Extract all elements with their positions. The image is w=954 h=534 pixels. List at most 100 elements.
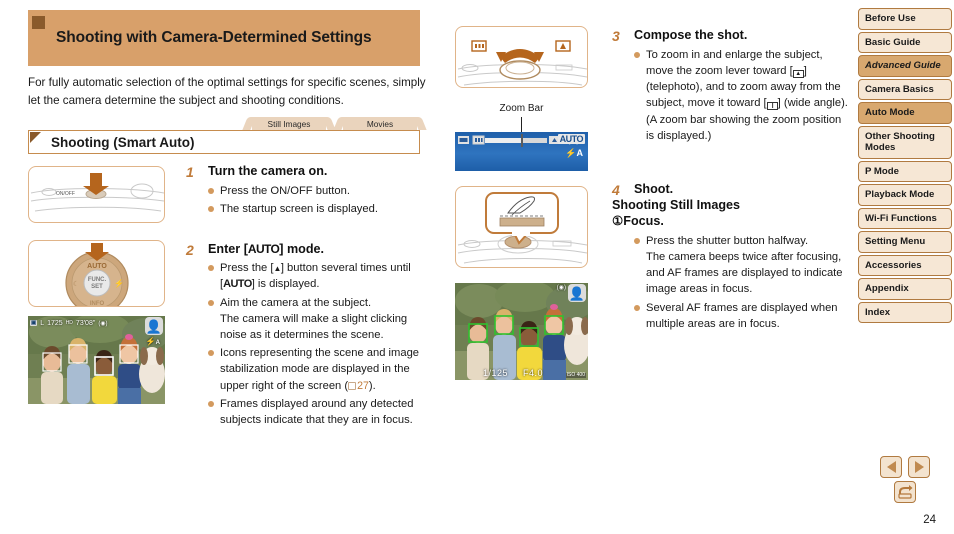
osd-exposure: 1/125 bbox=[483, 368, 509, 378]
subsection-heading: Shooting (Smart Auto) bbox=[28, 130, 420, 154]
sidebar-item-label: Other Shooting Modes bbox=[865, 130, 935, 154]
list-item: Aim the camera at the subject. The camer… bbox=[208, 295, 434, 343]
step-1-number: 1 bbox=[186, 164, 194, 180]
tab-movies[interactable]: Movies bbox=[336, 117, 424, 130]
tab-still-images[interactable]: Still Images bbox=[245, 117, 333, 130]
step-2-title-post: ] mode. bbox=[279, 242, 325, 256]
b1-l2-post: ] is displayed. bbox=[251, 278, 320, 291]
page-reference-icon bbox=[348, 381, 357, 390]
figure-control-dial: FUNC. SET AUTO INFO ☾ ⚡ bbox=[28, 240, 165, 307]
next-page-button[interactable] bbox=[908, 456, 930, 478]
step-4-title: Shoot. bbox=[634, 182, 674, 196]
shutter-halfpress-illustration bbox=[457, 192, 587, 264]
screen-auto-badge: AUTO bbox=[557, 134, 585, 144]
osd-rec-time: 73'08" bbox=[75, 319, 96, 327]
step-2-title: Enter [AUTO] mode. bbox=[186, 242, 434, 256]
next-page-arrow-icon bbox=[914, 461, 924, 473]
b1-pre: Press the [ bbox=[220, 262, 274, 274]
figure-onoff-button: ON/OFF bbox=[28, 166, 165, 223]
title-marker-icon bbox=[32, 16, 45, 29]
list-item: Icons representing the scene and image s… bbox=[208, 345, 434, 394]
up-button-icon: ▲ bbox=[273, 264, 281, 273]
sidebar-nav: Before Use Basic Guide Advanced Guide Ca… bbox=[858, 8, 952, 325]
step-4-subtitle: Shooting Still Images bbox=[612, 198, 741, 212]
svg-text:SET: SET bbox=[91, 284, 103, 290]
step-3: 3 Compose the shot. To zoom in and enlar… bbox=[612, 28, 848, 146]
sidebar-item-index[interactable]: Index bbox=[858, 301, 952, 323]
step-1-title: Turn the camera on. bbox=[208, 164, 328, 178]
list-item: Several AF frames are displayed when mul… bbox=[634, 300, 848, 332]
sidebar-item-setting-menu[interactable]: Setting Menu bbox=[858, 231, 952, 253]
figure-shutter-halfway bbox=[455, 186, 588, 268]
sidebar-item-accessories[interactable]: Accessories bbox=[858, 254, 952, 276]
tab-still-images-label: Still Images bbox=[267, 118, 311, 129]
sidebar-item-label: Auto Mode bbox=[865, 107, 915, 118]
step-1: 1 Turn the camera on. Press the ON/OFF b… bbox=[186, 164, 426, 219]
b2-cont: The camera will make a slight clicking n… bbox=[220, 313, 408, 342]
previous-page-button[interactable] bbox=[880, 456, 902, 478]
s4-b1: Press the shutter button halfway. bbox=[646, 235, 809, 247]
sidebar-item-label: Setting Menu bbox=[865, 236, 926, 247]
step-2-number: 2 bbox=[186, 242, 194, 258]
caption-leader-line bbox=[521, 117, 522, 133]
return-button[interactable] bbox=[894, 481, 916, 503]
step-3-title: Compose the shot. bbox=[634, 28, 748, 42]
return-arrow-icon bbox=[898, 485, 913, 499]
auto-mode-badge-2: AUTO bbox=[223, 278, 252, 291]
svg-text:ON/OFF: ON/OFF bbox=[56, 191, 75, 197]
sidebar-item-appendix[interactable]: Appendix bbox=[858, 278, 952, 300]
sidebar-item-playback-mode[interactable]: Playback Mode bbox=[858, 184, 952, 206]
sidebar-item-auto-mode[interactable]: Auto Mode bbox=[858, 102, 952, 124]
b1-mid: ] button several times until bbox=[280, 262, 411, 274]
list-item: Press the [▲] button several times until… bbox=[208, 260, 434, 293]
zoom-lever-illustration bbox=[457, 40, 587, 86]
sidebar-item-camera-basics[interactable]: Camera Basics bbox=[858, 78, 952, 100]
image-stabilization-icon-2: (◉) bbox=[556, 285, 566, 291]
sidebar-item-label: Index bbox=[865, 306, 891, 318]
previous-page-arrow-icon bbox=[886, 461, 896, 473]
sidebar-item-other-shooting-modes[interactable]: Other Shooting Modes bbox=[858, 125, 952, 159]
step-2: 2 Enter [AUTO] mode. Press the [▲] butto… bbox=[186, 242, 434, 430]
sidebar-item-p-mode[interactable]: P Mode bbox=[858, 160, 952, 182]
svg-text:FUNC.: FUNC. bbox=[88, 277, 107, 283]
sidebar-item-before-use[interactable]: Before Use bbox=[858, 8, 952, 30]
step-4-bullets: Press the shutter button halfway. The ca… bbox=[612, 233, 848, 332]
page-number: 24 bbox=[923, 514, 936, 526]
figure-zoom-bar-screen: (◉) AUTO ⚡A bbox=[455, 132, 588, 171]
sidebar-item-label: Basic Guide bbox=[865, 36, 921, 48]
osd-movie-quality: HD bbox=[65, 320, 73, 326]
step-1-bullets: Press the ON/OFF button. The startup scr… bbox=[186, 183, 426, 217]
sidebar-item-basic-guide[interactable]: Basic Guide bbox=[858, 31, 952, 53]
figure-zoom-lever bbox=[455, 26, 588, 88]
list-item: To zoom in and enlarge the subject, move… bbox=[634, 47, 848, 144]
sidebar-item-label: Accessories bbox=[865, 259, 922, 271]
figure-smart-auto-screen: ▣ L 1725 HD 73'08" (◉) 👤 ⚡A bbox=[28, 316, 165, 404]
list-item: The startup screen is displayed. bbox=[208, 201, 426, 217]
osd-aperture: F4.0 bbox=[523, 368, 544, 378]
osd-quality: L bbox=[40, 319, 45, 327]
scene-portrait-icon: 👤 bbox=[145, 317, 163, 335]
step-2-bullets: Press the [▲] button several times until… bbox=[186, 260, 434, 428]
sidebar-item-wifi-functions[interactable]: Wi-Fi Functions bbox=[858, 207, 952, 229]
intro-paragraph: For fully automatic selection of the opt… bbox=[28, 76, 426, 107]
osd-iso: ISO 400 bbox=[565, 371, 586, 378]
sidebar-item-label: P Mode bbox=[865, 165, 899, 177]
flash-auto-icon: ⚡A bbox=[145, 337, 160, 346]
telephoto-icon: ▲ bbox=[792, 70, 804, 79]
sidebar-item-advanced-guide[interactable]: Advanced Guide bbox=[858, 55, 952, 77]
scene-portrait-icon-2: 👤 bbox=[568, 284, 586, 302]
osd-shots-remaining: 1725 bbox=[47, 319, 63, 327]
b3-ref[interactable]: 27 bbox=[357, 380, 369, 392]
s4-b1-cont: The camera beeps twice after focusing, a… bbox=[646, 251, 843, 296]
wide-angle-icon: ||| bbox=[766, 102, 778, 111]
b3-post: ). bbox=[368, 379, 376, 392]
step-2-title-pre: Enter [ bbox=[208, 242, 248, 256]
step-4-number: 4 bbox=[612, 182, 620, 198]
onoff-button-illustration: ON/OFF bbox=[30, 173, 164, 212]
tab-movies-label: Movies bbox=[366, 118, 394, 129]
step-4-substep: ①Focus. bbox=[612, 213, 848, 228]
page-title-bar: Shooting with Camera-Determined Settings bbox=[28, 10, 420, 66]
b2-main: Aim the camera at the subject. bbox=[220, 296, 372, 309]
image-quality-icon: ▣ bbox=[30, 320, 38, 326]
control-dial-illustration: FUNC. SET AUTO INFO ☾ ⚡ bbox=[65, 243, 129, 306]
